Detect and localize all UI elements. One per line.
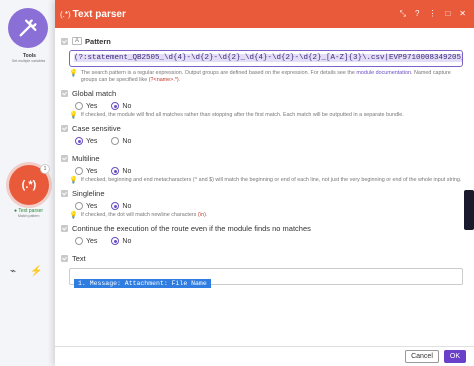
case-sensitive-toggle-checkbox[interactable] <box>61 124 68 132</box>
global-match-field: Global match Yes No 💡 If checked, the mo… <box>61 86 468 119</box>
multiline-hint: 💡 If checked, beginning and end metachar… <box>69 177 462 184</box>
case-sensitive-label: Case sensitive <box>72 123 121 133</box>
text-input[interactable]: 1. Message: Attachment: File Name <box>69 268 463 288</box>
module-number-badge: 1 <box>40 164 50 174</box>
text-field: Text 1. Message: Attachment: File Name <box>61 251 468 288</box>
help-icon[interactable]: ? <box>415 9 419 19</box>
global-match-hint: 💡 If checked, the module will find all m… <box>69 112 404 119</box>
multiline-field: Multiline Yes No 💡 If checked, beginning… <box>61 151 468 184</box>
global-match-toggle-checkbox[interactable] <box>61 89 68 97</box>
lightbulb-icon: 💡 <box>69 70 78 77</box>
dialog-footer: Cancel OK <box>55 346 474 366</box>
cancel-button[interactable]: Cancel <box>405 350 439 363</box>
tools-module-node[interactable] <box>8 8 48 48</box>
scenario-canvas: Tools Set multiple variables (.*) 1 ● Te… <box>0 0 65 366</box>
singleline-no-radio[interactable]: No <box>111 202 131 210</box>
global-match-no-radio[interactable]: No <box>111 102 131 110</box>
pattern-field: A Pattern (?:statement_QB2505_\d{4}-\d{2… <box>61 34 468 84</box>
pattern-hint: 💡 The search pattern is a regular expres… <box>69 70 451 83</box>
text-label: Text <box>72 253 86 263</box>
case-sensitive-yes-radio[interactable]: Yes <box>75 137 97 145</box>
ok-button[interactable]: OK <box>443 350 466 363</box>
dialog-title: Text parser <box>72 8 126 20</box>
tools-module-sublabel: Set multiple variables <box>12 59 46 63</box>
lightbulb-icon: 💡 <box>69 112 78 119</box>
text-toggle-checkbox[interactable] <box>61 254 68 262</box>
case-sensitive-field: Case sensitive Yes No <box>61 121 468 147</box>
maximize-icon[interactable]: □ <box>445 9 450 19</box>
more-icon[interactable]: ⋮ <box>428 9 436 19</box>
type-badge: A <box>72 37 83 45</box>
expand-icon[interactable]: ⤡ <box>400 9 406 19</box>
mapped-value-pill[interactable]: 1. Message: Attachment: File Name <box>74 279 211 288</box>
singleline-toggle-checkbox[interactable] <box>61 189 68 197</box>
module-settings-dialog: (.*) Text parser ⤡ ? ⋮ □ ✕ A Pattern (?:… <box>55 0 474 366</box>
dialog-titlebar: (.*) Text parser ⤡ ? ⋮ □ ✕ <box>55 0 474 28</box>
multiline-label: Multiline <box>72 153 100 163</box>
text-parser-icon: (.*) <box>21 179 37 191</box>
continue-execution-field: Continue the execution of the route even… <box>61 221 468 247</box>
continue-toggle-checkbox[interactable] <box>61 224 68 232</box>
text-parser-small-icon: (.*) <box>60 9 71 19</box>
routing-icon[interactable]: ⌁ <box>10 266 16 277</box>
singleline-label: Singleline <box>72 188 105 198</box>
global-match-label: Global match <box>72 88 117 98</box>
multiline-yes-radio[interactable]: Yes <box>75 167 97 175</box>
pattern-toggle-checkbox[interactable] <box>61 37 68 45</box>
singleline-hint: 💡 If checked, the dot will match newline… <box>69 212 208 219</box>
continue-yes-radio[interactable]: Yes <box>75 237 97 245</box>
continue-no-radio[interactable]: No <box>111 237 131 245</box>
module-documentation-link[interactable]: module documentation <box>356 70 411 76</box>
singleline-field: Singleline Yes No 💡 If checked, the dot … <box>61 186 468 219</box>
lightbulb-icon: 💡 <box>69 177 78 184</box>
pattern-label: Pattern <box>85 36 111 46</box>
magic-wand-icon[interactable]: ⚡ <box>30 266 42 277</box>
global-match-yes-radio[interactable]: Yes <box>75 102 97 110</box>
text-parser-module-sublabel: Match pattern <box>18 214 40 218</box>
case-sensitive-no-radio[interactable]: No <box>111 137 131 145</box>
continue-label: Continue the execution of the route even… <box>72 223 311 233</box>
close-icon[interactable]: ✕ <box>459 9 466 19</box>
side-scroll-handle[interactable] <box>464 190 474 230</box>
lightbulb-icon: 💡 <box>69 212 78 219</box>
multiline-no-radio[interactable]: No <box>111 167 131 175</box>
tools-icon <box>19 19 37 37</box>
multiline-toggle-checkbox[interactable] <box>61 154 68 162</box>
pattern-input[interactable]: (?:statement_QB2505_\d{4}-\d{2}-\d{2}_\d… <box>69 50 463 67</box>
singleline-yes-radio[interactable]: Yes <box>75 202 97 210</box>
